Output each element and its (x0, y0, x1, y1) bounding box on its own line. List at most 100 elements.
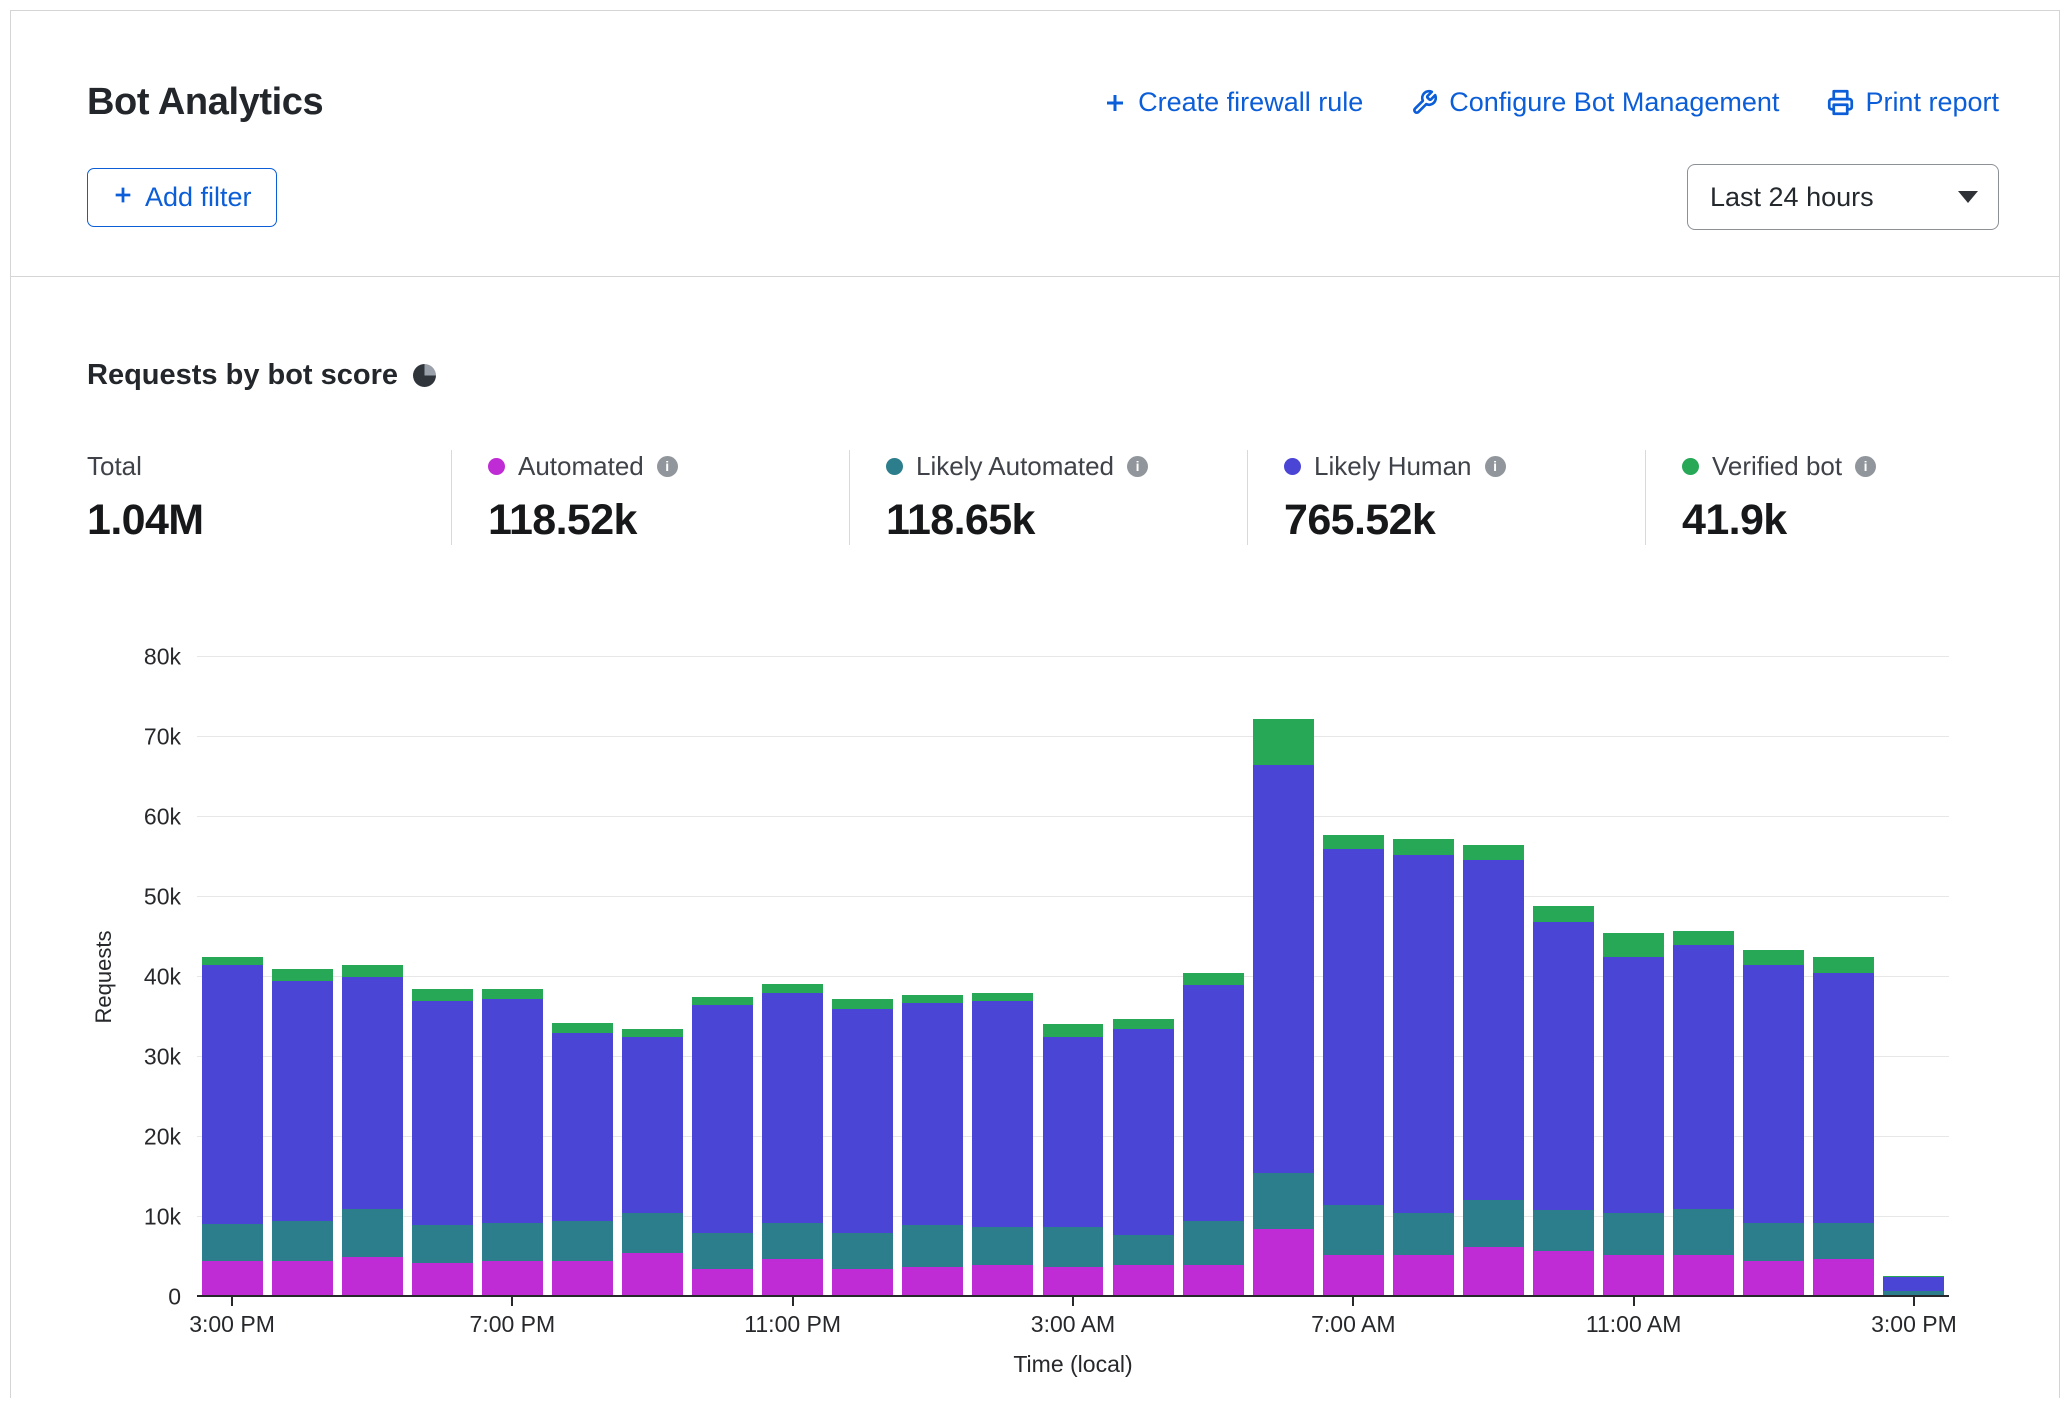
chart-bar[interactable] (1463, 657, 1524, 1297)
pie-chart-icon[interactable] (413, 364, 436, 387)
chart-bar[interactable] (692, 657, 753, 1297)
bar-slot (1248, 657, 1318, 1297)
bar-segment-likely-human (1673, 945, 1734, 1209)
bar-segment-automated (622, 1253, 683, 1297)
stat-verified-bot-label: Verified bot (1712, 451, 1842, 482)
bar-segment-verified-bot (832, 999, 893, 1009)
y-tick-label: 30k (144, 1044, 181, 1071)
info-icon[interactable]: i (1485, 456, 1506, 477)
chart-bar[interactable] (482, 657, 543, 1297)
bar-segment-verified-bot (482, 989, 543, 999)
chart-bar[interactable] (1813, 657, 1874, 1297)
chart-bar[interactable] (832, 657, 893, 1297)
bar-segment-likely-human (692, 1005, 753, 1233)
chart-bar[interactable] (272, 657, 333, 1297)
bar-segment-likely-automated (1603, 1213, 1664, 1255)
bar-slot (898, 657, 968, 1297)
x-axis-tick-labels: 3:00 PM7:00 PM11:00 PM3:00 AM7:00 AM11:0… (197, 1297, 1949, 1343)
stat-likely-automated-label: Likely Automated (916, 451, 1114, 482)
bar-slot (968, 657, 1038, 1297)
bar-segment-likely-automated (482, 1223, 543, 1261)
chart-bar[interactable] (1533, 657, 1594, 1297)
stats-row: Total 1.04M Automated i 118.52k Likely A… (87, 450, 1949, 545)
info-icon[interactable]: i (1127, 456, 1148, 477)
bar-segment-verified-bot (762, 984, 823, 993)
create-firewall-rule-label: Create firewall rule (1138, 87, 1363, 118)
bar-segment-likely-human (972, 1001, 1033, 1227)
bar-segment-automated (1673, 1255, 1734, 1297)
bar-segment-verified-bot (1673, 931, 1734, 945)
stat-likely-human-value: 765.52k (1284, 496, 1645, 545)
create-firewall-rule-link[interactable]: Create firewall rule (1103, 87, 1363, 118)
chart-bar[interactable] (902, 657, 963, 1297)
chart-bar[interactable] (762, 657, 823, 1297)
automated-dot-icon (488, 458, 505, 475)
bar-segment-likely-human (1533, 922, 1594, 1210)
bar-slot (267, 657, 337, 1297)
bar-segment-likely-human (1323, 849, 1384, 1205)
plus-icon (112, 182, 134, 213)
chart-bar[interactable] (1253, 657, 1314, 1297)
x-axis-tick (1633, 1297, 1635, 1306)
y-tick-label: 20k (144, 1124, 181, 1151)
bar-slot (1528, 657, 1598, 1297)
print-report-label: Print report (1865, 87, 1999, 118)
print-report-link[interactable]: Print report (1827, 87, 1999, 118)
bar-slot (1108, 657, 1178, 1297)
stat-likely-automated: Likely Automated i 118.65k (849, 450, 1247, 545)
chart-bar[interactable] (1883, 657, 1944, 1297)
bar-segment-likely-human (342, 977, 403, 1209)
y-tick-label: 40k (144, 964, 181, 991)
stat-verified-bot-value: 41.9k (1682, 496, 1949, 545)
chart-bar[interactable] (1393, 657, 1454, 1297)
x-tick-label: 3:00 PM (1871, 1311, 1957, 1338)
chart-bar[interactable] (342, 657, 403, 1297)
bar-segment-verified-bot (692, 997, 753, 1005)
info-icon[interactable]: i (657, 456, 678, 477)
bar-segment-likely-automated (1253, 1173, 1314, 1229)
chart-bar[interactable] (1183, 657, 1244, 1297)
configure-bot-management-link[interactable]: Configure Bot Management (1411, 87, 1779, 118)
bar-segment-verified-bot (1603, 933, 1664, 957)
bar-segment-likely-human (202, 965, 263, 1224)
bar-segment-automated (342, 1257, 403, 1297)
chart-bar[interactable] (202, 657, 263, 1297)
bar-segment-likely-automated (1743, 1223, 1804, 1261)
bar-slot (688, 657, 758, 1297)
y-tick-label: 50k (144, 884, 181, 911)
bar-segment-automated (832, 1269, 893, 1297)
bar-segment-automated (762, 1259, 823, 1297)
add-filter-button[interactable]: Add filter (87, 168, 277, 227)
bar-slot (407, 657, 477, 1297)
chart-bar[interactable] (972, 657, 1033, 1297)
bar-segment-likely-automated (762, 1223, 823, 1259)
bar-segment-automated (1323, 1255, 1384, 1297)
x-axis-title: Time (local) (197, 1351, 1949, 1378)
bar-segment-verified-bot (1043, 1024, 1104, 1037)
x-axis-tick (1352, 1297, 1354, 1306)
bar-segment-automated (1813, 1259, 1874, 1297)
chart-bar[interactable] (1743, 657, 1804, 1297)
x-axis-tick (1913, 1297, 1915, 1306)
bar-segment-verified-bot (202, 957, 263, 965)
chart-bar[interactable] (1043, 657, 1104, 1297)
bar-segment-automated (972, 1265, 1033, 1297)
chart-bar[interactable] (622, 657, 683, 1297)
chart-bar[interactable] (412, 657, 473, 1297)
stat-automated: Automated i 118.52k (451, 450, 849, 545)
info-icon[interactable]: i (1855, 456, 1876, 477)
header-actions: Create firewall rule Configure Bot Manag… (1103, 87, 1999, 118)
chart-bar[interactable] (1603, 657, 1664, 1297)
bar-segment-likely-human (1603, 957, 1664, 1213)
chart-bar[interactable] (1113, 657, 1174, 1297)
bar-slot (1739, 657, 1809, 1297)
bar-segment-likely-human (832, 1009, 893, 1233)
requests-by-bot-score-section: Requests by bot score Total 1.04M Automa… (11, 359, 2059, 1398)
chart-bar[interactable] (1673, 657, 1734, 1297)
time-range-select[interactable]: Last 24 hours (1687, 164, 1999, 230)
y-tick-label: 70k (144, 724, 181, 751)
chart-bar[interactable] (1323, 657, 1384, 1297)
bar-slot (1038, 657, 1108, 1297)
bar-segment-automated (202, 1261, 263, 1297)
chart-bar[interactable] (552, 657, 613, 1297)
